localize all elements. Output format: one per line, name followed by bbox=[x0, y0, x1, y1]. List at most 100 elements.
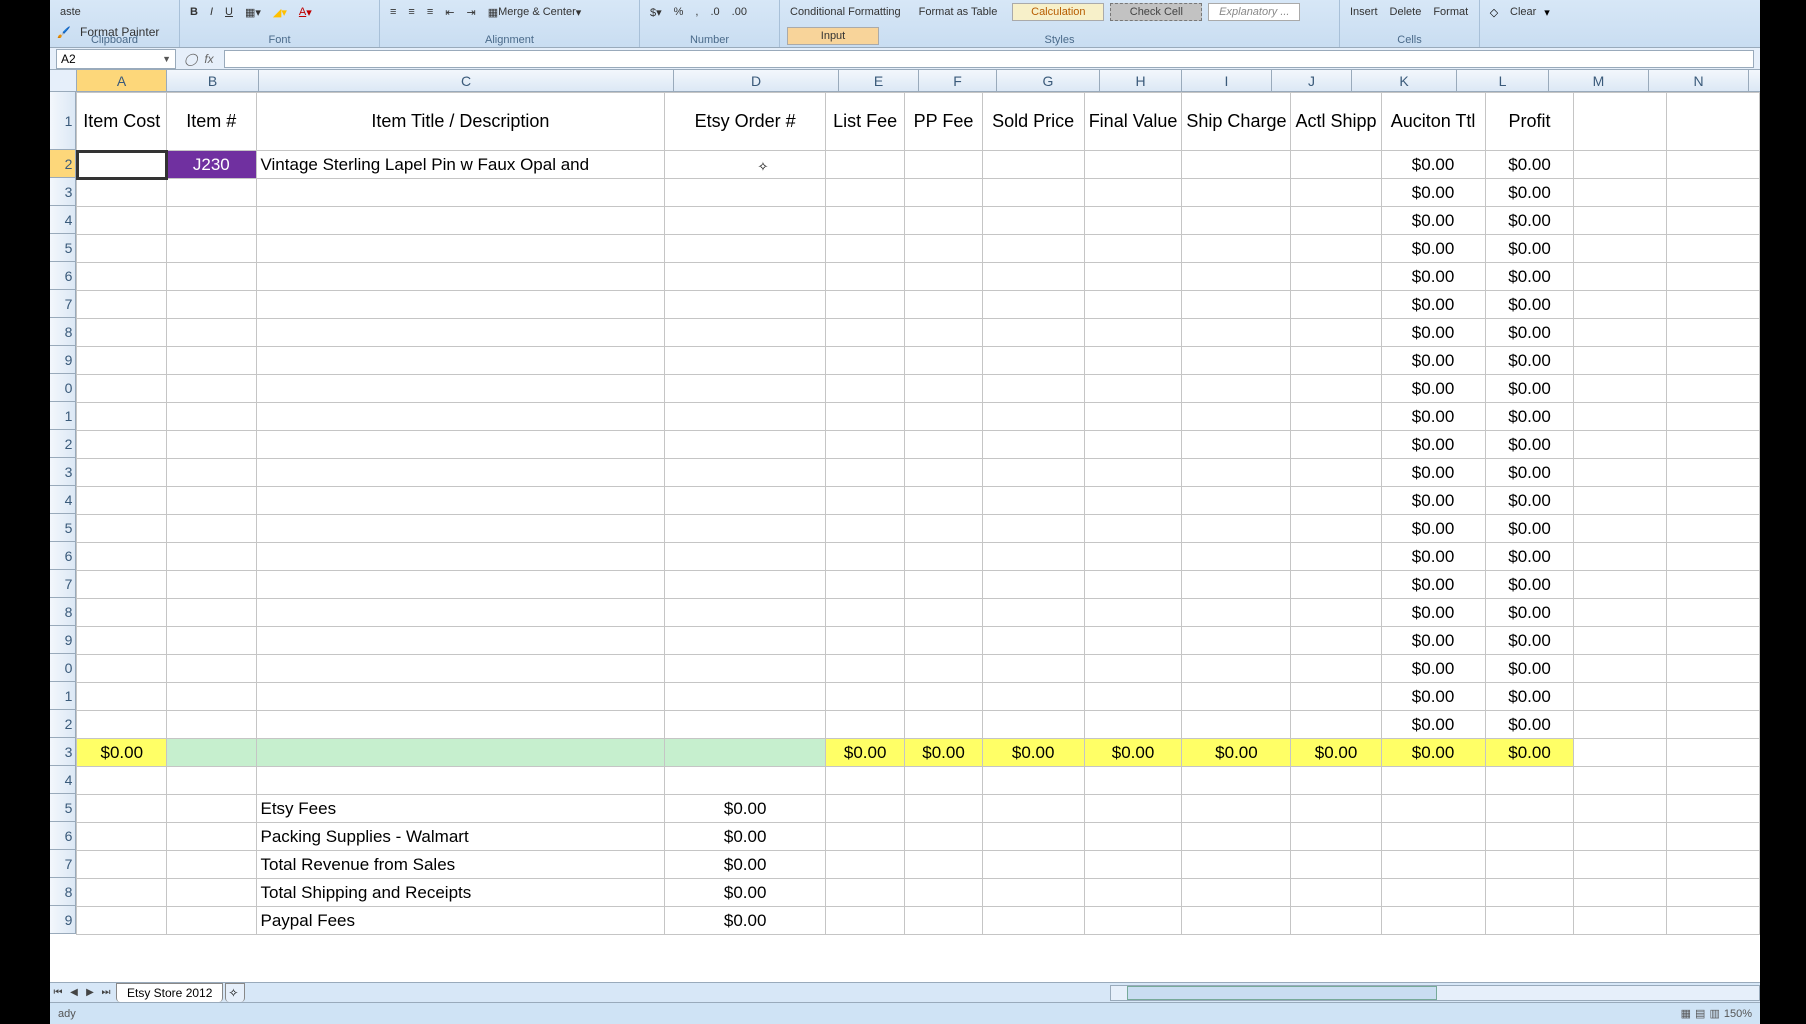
cell[interactable] bbox=[1574, 403, 1667, 431]
cell[interactable] bbox=[256, 291, 665, 319]
cell[interactable] bbox=[1574, 655, 1667, 683]
cell[interactable] bbox=[1574, 515, 1667, 543]
cell[interactable] bbox=[77, 263, 167, 291]
cell[interactable] bbox=[1182, 823, 1291, 851]
cell[interactable] bbox=[1485, 767, 1574, 795]
cell[interactable] bbox=[982, 235, 1084, 263]
name-box-dropdown-icon[interactable]: ▼ bbox=[162, 54, 171, 64]
cell[interactable] bbox=[1291, 151, 1381, 179]
cell[interactable] bbox=[1182, 207, 1291, 235]
cell[interactable]: $0.00 bbox=[1381, 179, 1485, 207]
align-left-button[interactable]: ≡ bbox=[386, 4, 400, 20]
cell[interactable]: $0.00 bbox=[1381, 543, 1485, 571]
cell[interactable]: $0.00 bbox=[1485, 543, 1574, 571]
cell[interactable] bbox=[1485, 795, 1574, 823]
cell[interactable] bbox=[1574, 879, 1667, 907]
tab-nav-next[interactable]: ▶ bbox=[82, 985, 98, 1001]
cell[interactable] bbox=[1574, 683, 1667, 711]
cell[interactable] bbox=[256, 235, 665, 263]
cell[interactable]: $0.00 bbox=[1485, 627, 1574, 655]
cell[interactable] bbox=[665, 459, 826, 487]
summary-label[interactable]: Packing Supplies - Walmart bbox=[256, 823, 665, 851]
cell[interactable] bbox=[167, 403, 256, 431]
cell[interactable] bbox=[905, 207, 982, 235]
cell[interactable] bbox=[167, 823, 256, 851]
cell[interactable]: Vintage Sterling Lapel Pin w Faux Opal a… bbox=[256, 151, 665, 179]
cell[interactable] bbox=[1291, 487, 1381, 515]
cell[interactable] bbox=[1381, 795, 1485, 823]
column-title[interactable]: Etsy Order # bbox=[665, 93, 826, 151]
cell[interactable] bbox=[1182, 599, 1291, 627]
cell[interactable] bbox=[665, 179, 826, 207]
cell[interactable]: $0.00 bbox=[1485, 431, 1574, 459]
cell[interactable] bbox=[1182, 319, 1291, 347]
cell[interactable] bbox=[982, 375, 1084, 403]
cell[interactable] bbox=[982, 431, 1084, 459]
cell[interactable] bbox=[905, 319, 982, 347]
align-right-button[interactable]: ≡ bbox=[423, 4, 437, 20]
cell[interactable] bbox=[1182, 851, 1291, 879]
cell[interactable] bbox=[77, 851, 167, 879]
cell[interactable] bbox=[1574, 431, 1667, 459]
cell[interactable] bbox=[256, 767, 665, 795]
cell[interactable] bbox=[1291, 403, 1381, 431]
row-header[interactable]: 3 bbox=[50, 178, 76, 206]
cell[interactable] bbox=[982, 347, 1084, 375]
cell[interactable] bbox=[1667, 487, 1760, 515]
cell[interactable] bbox=[1667, 739, 1760, 767]
cell[interactable] bbox=[256, 487, 665, 515]
cell[interactable] bbox=[1291, 263, 1381, 291]
cell[interactable] bbox=[77, 431, 167, 459]
cell[interactable] bbox=[905, 879, 982, 907]
cell[interactable] bbox=[167, 599, 256, 627]
cell[interactable] bbox=[1667, 627, 1760, 655]
cell[interactable] bbox=[1667, 459, 1760, 487]
tab-nav-last[interactable]: ⏭ bbox=[98, 985, 114, 1001]
cell[interactable] bbox=[825, 879, 904, 907]
column-title[interactable]: Sold Price bbox=[982, 93, 1084, 151]
cell[interactable] bbox=[1667, 291, 1760, 319]
column-title[interactable]: Item # bbox=[167, 93, 256, 151]
cell[interactable] bbox=[77, 907, 167, 935]
cell[interactable] bbox=[1291, 375, 1381, 403]
col-header-C[interactable]: C bbox=[259, 70, 674, 91]
cell[interactable] bbox=[1574, 179, 1667, 207]
fill-color-button[interactable]: ◢▾ bbox=[269, 4, 291, 21]
cell[interactable]: $0.00 bbox=[1381, 291, 1485, 319]
cell[interactable] bbox=[1291, 879, 1381, 907]
cell[interactable] bbox=[77, 235, 167, 263]
dec-decimal-button[interactable]: .00 bbox=[728, 4, 751, 20]
cell[interactable] bbox=[77, 711, 167, 739]
cell[interactable] bbox=[1084, 851, 1182, 879]
cell[interactable] bbox=[77, 347, 167, 375]
view-layout-icon[interactable]: ▤ bbox=[1695, 1007, 1705, 1020]
summary-label[interactable]: Total Shipping and Receipts bbox=[256, 879, 665, 907]
cell[interactable] bbox=[1084, 767, 1182, 795]
cell[interactable] bbox=[1574, 795, 1667, 823]
cell[interactable] bbox=[1182, 543, 1291, 571]
column-title[interactable]: Final Value bbox=[1084, 93, 1182, 151]
cell[interactable] bbox=[1574, 627, 1667, 655]
cell[interactable] bbox=[905, 599, 982, 627]
cell[interactable] bbox=[1084, 263, 1182, 291]
cell[interactable] bbox=[825, 459, 904, 487]
cell[interactable] bbox=[825, 375, 904, 403]
cell[interactable] bbox=[77, 655, 167, 683]
cell[interactable] bbox=[1574, 459, 1667, 487]
cell[interactable] bbox=[77, 403, 167, 431]
cell[interactable] bbox=[1084, 403, 1182, 431]
cell[interactable] bbox=[1182, 683, 1291, 711]
cell[interactable] bbox=[982, 487, 1084, 515]
cell[interactable] bbox=[1291, 907, 1381, 935]
cell[interactable]: $0.00 bbox=[1381, 319, 1485, 347]
cell[interactable] bbox=[1574, 319, 1667, 347]
cell[interactable]: $0.00 bbox=[1381, 627, 1485, 655]
cell[interactable] bbox=[982, 711, 1084, 739]
cell[interactable] bbox=[77, 627, 167, 655]
cell[interactable] bbox=[1667, 235, 1760, 263]
cell[interactable] bbox=[1574, 851, 1667, 879]
cell[interactable] bbox=[665, 543, 826, 571]
cell[interactable] bbox=[1485, 879, 1574, 907]
cell[interactable] bbox=[1084, 151, 1182, 179]
cell[interactable] bbox=[1667, 93, 1760, 151]
